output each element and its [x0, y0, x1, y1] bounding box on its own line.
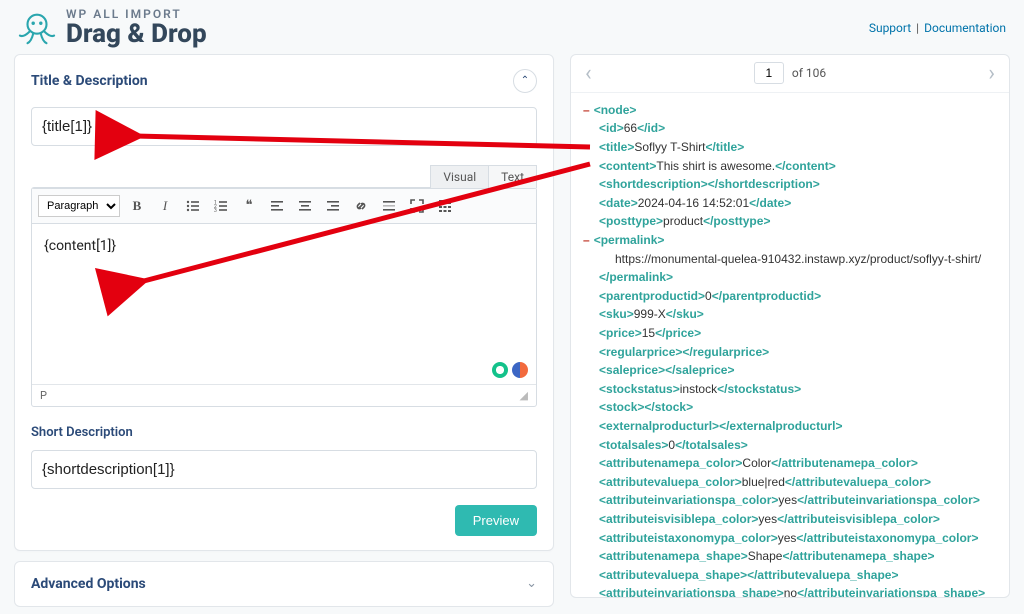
text-tab[interactable]: Text: [488, 165, 537, 188]
align-left-button[interactable]: [266, 195, 288, 217]
chevron-right-icon: ›: [988, 61, 995, 86]
xml-node-permalink-open[interactable]: –<permalink>: [583, 231, 999, 250]
support-link[interactable]: Support: [869, 21, 911, 35]
resize-handle-icon[interactable]: ◢: [520, 389, 528, 402]
chevron-left-icon: ‹: [585, 61, 592, 86]
advanced-options-panel[interactable]: Advanced Options ⌄: [14, 561, 554, 607]
title-input[interactable]: [31, 107, 537, 146]
visual-tab[interactable]: Visual: [430, 165, 489, 188]
xml-node-saleprice[interactable]: <saleprice></saleprice>: [583, 361, 999, 380]
xml-node-attributeisvisiblepa_color[interactable]: <attributeisvisiblepa_color>yes</attribu…: [583, 510, 999, 529]
link-button[interactable]: [350, 195, 372, 217]
xml-node-price[interactable]: <price>15</price>: [583, 324, 999, 343]
xml-node-attributevaluepa_color[interactable]: <attributevaluepa_color>blue|red</attrib…: [583, 473, 999, 492]
grammarly-icon: [492, 362, 508, 378]
xml-node-date[interactable]: <date>2024-04-16 14:52:01</date>: [583, 194, 999, 213]
page-number-input[interactable]: [754, 62, 784, 84]
xml-node-externalproducturl[interactable]: <externalproducturl></externalproducturl…: [583, 417, 999, 436]
content-field-value: {content[1]}: [44, 238, 116, 254]
align-right-button[interactable]: [322, 195, 344, 217]
xml-node-id[interactable]: <id>66</id>: [583, 119, 999, 138]
fullscreen-button[interactable]: [406, 195, 428, 217]
xml-node-shortdescription[interactable]: <shortdescription></shortdescription>: [583, 175, 999, 194]
extension-icon: [512, 362, 528, 378]
quote-button[interactable]: ❝: [238, 195, 260, 217]
bullet-list-button[interactable]: [182, 195, 204, 217]
short-description-label: Short Description: [31, 425, 537, 440]
prev-record-button[interactable]: ‹: [579, 61, 598, 86]
xml-node-content[interactable]: <content>This shirt is awesome.</content…: [583, 157, 999, 176]
panel-title: Title & Description: [31, 73, 148, 89]
data-preview-panel: ‹ of 106 › –<node><id>66</id><title>Sofl…: [570, 54, 1010, 598]
insert-more-button[interactable]: [378, 195, 400, 217]
content-editor: Paragraph B I 123 ❝: [31, 187, 537, 407]
svg-text:3: 3: [214, 208, 217, 213]
xml-node-attributenamepa_color[interactable]: <attributenamepa_color>Color</attributen…: [583, 454, 999, 473]
bold-button[interactable]: B: [126, 195, 148, 217]
xml-node-attributeinvariationspa_shape[interactable]: <attributeinvariationspa_shape>no</attri…: [583, 584, 999, 597]
italic-button[interactable]: I: [154, 195, 176, 217]
preview-button[interactable]: Preview: [455, 505, 537, 536]
xml-root[interactable]: –<node>: [583, 101, 999, 120]
documentation-link[interactable]: Documentation: [924, 21, 1006, 35]
xml-node-totalsales[interactable]: <totalsales>0</totalsales>: [583, 436, 999, 455]
xml-permalink-value: https://monumental-quelea-910432.instawp…: [583, 250, 999, 269]
xml-node-attributenamepa_shape[interactable]: <attributenamepa_shape>Shape</attributen…: [583, 547, 999, 566]
advanced-options-title: Advanced Options: [31, 576, 146, 592]
content-body[interactable]: {content[1]}: [32, 224, 536, 384]
xml-node-sku[interactable]: <sku>999-X</sku>: [583, 305, 999, 324]
align-center-button[interactable]: [294, 195, 316, 217]
xml-node-permalink-close: </permalink>: [583, 268, 999, 287]
octopus-logo-icon: [18, 9, 56, 47]
page-total-label: of 106: [792, 66, 826, 80]
toolbar-toggle-button[interactable]: [434, 195, 456, 217]
editor-toolbar: Paragraph B I 123 ❝: [32, 188, 536, 224]
xml-tree[interactable]: –<node><id>66</id><title>Soflyy T-Shirt<…: [571, 93, 1009, 597]
xml-node-attributeistaxonomypa_color[interactable]: <attributeistaxonomypa_color>yes</attrib…: [583, 529, 999, 548]
top-links: Support | Documentation: [869, 21, 1006, 35]
xml-node-posttype[interactable]: <posttype>product</posttype>: [583, 212, 999, 231]
xml-node-title[interactable]: <title>Soflyy T-Shirt</title>: [583, 138, 999, 157]
xml-node-regularprice[interactable]: <regularprice></regularprice>: [583, 343, 999, 362]
next-record-button[interactable]: ›: [982, 61, 1001, 86]
xml-node-stockstatus[interactable]: <stockstatus>instock</stockstatus>: [583, 380, 999, 399]
chevron-up-icon: ⌃: [521, 75, 529, 86]
xml-node-stock[interactable]: <stock></stock>: [583, 398, 999, 417]
brand: WP ALL IMPORT Drag & Drop: [18, 8, 207, 48]
collapse-button[interactable]: ⌃: [513, 69, 537, 93]
editor-path-indicator: P: [40, 389, 47, 402]
paragraph-select[interactable]: Paragraph: [38, 195, 120, 217]
brand-main-text: Drag & Drop: [66, 21, 207, 48]
xml-node-attributevaluepa_shape[interactable]: <attributevaluepa_shape></attributevalue…: [583, 566, 999, 585]
chevron-down-icon: ⌄: [526, 576, 537, 591]
xml-node-attributeinvariationspa_color[interactable]: <attributeinvariationspa_color>yes</attr…: [583, 491, 999, 510]
short-description-input[interactable]: [31, 450, 537, 489]
title-description-panel: Title & Description ⌃ Visual Text Paragr…: [14, 54, 554, 551]
xml-node-parentproductid[interactable]: <parentproductid>0</parentproductid>: [583, 287, 999, 306]
ordered-list-button[interactable]: 123: [210, 195, 232, 217]
